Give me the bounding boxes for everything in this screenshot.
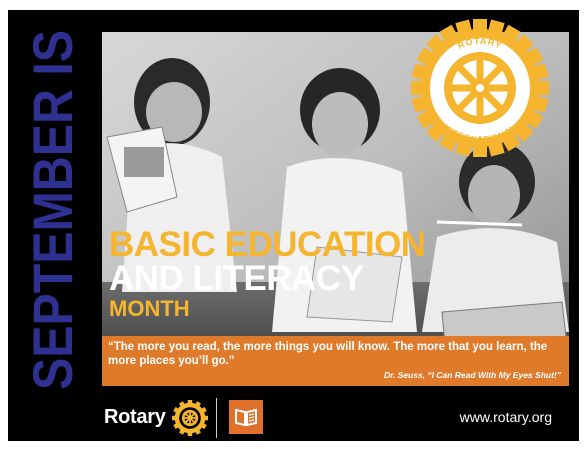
- brand-divider: [216, 398, 217, 438]
- side-title: SEPTEMBER IS: [21, 30, 84, 390]
- headline-line-2: AND LITERACY: [109, 259, 364, 298]
- open-book-icon: [229, 400, 263, 434]
- brand-name: Rotary: [104, 406, 166, 428]
- rotary-brand-lockup: Rotary: [104, 396, 304, 441]
- side-title-text: SEPTEMBER IS: [21, 30, 84, 390]
- headline: BASIC EDUCATION AND LITERACY MONTH: [109, 225, 549, 322]
- quote-text: “The more you read, the more things you …: [108, 341, 548, 367]
- website-url: www.rotary.org: [459, 409, 552, 425]
- rotary-wheel-icon: [172, 400, 208, 436]
- quote-attribution: Dr. Seuss, “I Can Read With My Eyes Shut…: [383, 370, 561, 380]
- headline-line-1: BASIC EDUCATION: [109, 225, 426, 264]
- rotary-international-emblem: ROTARY INTERNATIONAL: [411, 19, 549, 157]
- poster: SEPTEMBER IS ROTARY INTERNATIONAL BASIC …: [8, 10, 579, 441]
- headline-line-3: MONTH: [109, 296, 190, 321]
- quote-band: “The more you read, the more things you …: [102, 336, 569, 386]
